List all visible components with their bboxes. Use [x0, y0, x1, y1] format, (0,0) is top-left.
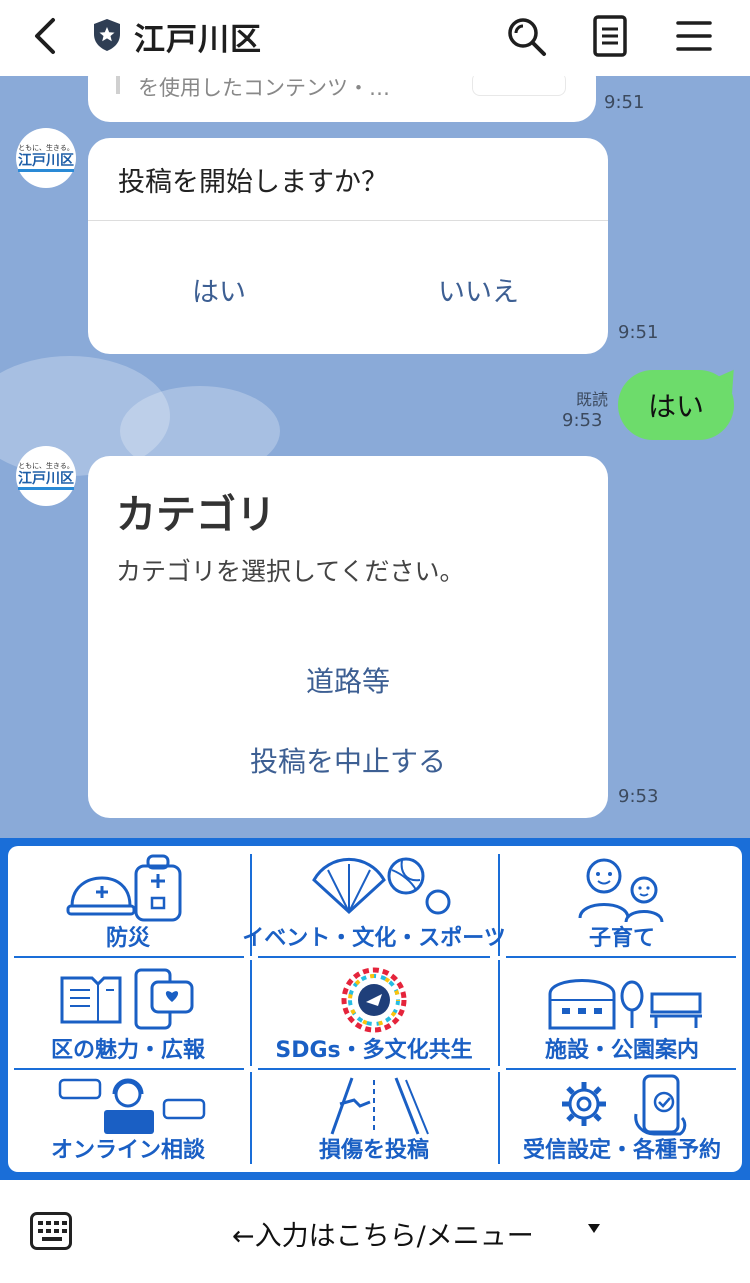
- quote-bar: [116, 76, 120, 94]
- official-shield-icon: [94, 19, 120, 51]
- confirm-bubble: 投稿を開始しますか？ はい いいえ: [88, 138, 608, 354]
- confirm-question: 投稿を開始しますか？: [118, 167, 388, 198]
- back-arrow-icon: [35, 18, 55, 54]
- yes-button[interactable]: はい: [192, 270, 246, 309]
- message-time: 9:53: [562, 410, 603, 431]
- message-time: 9:53: [618, 786, 659, 807]
- no-button[interactable]: いいえ: [438, 270, 519, 309]
- divider: [506, 1068, 736, 1070]
- divider: [258, 956, 490, 958]
- divider: [258, 1068, 490, 1070]
- menu-report-damage[interactable]: 損傷を投稿: [256, 1072, 492, 1168]
- back-button[interactable]: [26, 14, 66, 58]
- divider: [250, 960, 252, 1066]
- message-time: 9:51: [604, 92, 645, 113]
- card-subtitle: カテゴリを選択してください。: [116, 557, 465, 586]
- hamburger-icon: [676, 21, 712, 51]
- notes-button[interactable]: [586, 12, 634, 60]
- search-button[interactable]: [502, 12, 550, 60]
- sdgs-wheel-icon: [341, 967, 407, 1033]
- menu-settings-reservation[interactable]: 受信設定・各種予約: [504, 1072, 740, 1168]
- avatar[interactable]: ともに、生きる。 江戸川区: [16, 446, 76, 506]
- menu-toggle-label[interactable]: ←入力はこちら/メニュー: [232, 1214, 534, 1253]
- menu-events[interactable]: イベント・文化・スポーツ: [242, 848, 506, 956]
- menu-bousai[interactable]: 防災: [10, 848, 246, 956]
- avatar-tagline: ともに、生きる。: [18, 144, 74, 152]
- chat-title: 江戸川区: [134, 22, 262, 58]
- category-card: カテゴリ カテゴリを選択してください。 道路等 投稿を中止する: [88, 456, 608, 818]
- avatar-tagline: ともに、生きる。: [18, 462, 74, 470]
- caret-down-icon[interactable]: [588, 1224, 600, 1233]
- menu-kosodate[interactable]: 子育て: [504, 848, 740, 956]
- avatar-logo-text: 江戸川区: [18, 153, 74, 172]
- read-receipt: 既読: [575, 390, 608, 409]
- cancel-post-option[interactable]: 投稿を中止する: [88, 740, 608, 780]
- category-option-road[interactable]: 道路等: [88, 660, 608, 700]
- menu-online-consult[interactable]: オンライン相談: [10, 1072, 246, 1168]
- chat-area[interactable]: を使用したコンテンツ・… 9:51 ともに、生きる。 江戸川区 投稿を開始します…: [0, 76, 750, 838]
- road-damage-icon: [330, 1077, 429, 1135]
- keyboard-button[interactable]: [30, 1212, 72, 1250]
- divider: [14, 956, 244, 958]
- menu-sdgs[interactable]: SDGs・多文化共生: [256, 960, 492, 1068]
- avatar-logo-text: 江戸川区: [18, 471, 74, 490]
- fan-ball-icon: [312, 857, 451, 915]
- family-icon: [578, 858, 664, 923]
- notes-icon: [593, 15, 627, 57]
- operator-icon: [58, 1078, 206, 1134]
- rich-menu: 防災 イベント・文化・スポーツ 子育て 区の魅力・広報 SDGs・多文化共生 施…: [0, 838, 750, 1180]
- previous-message-text: を使用したコンテンツ・…: [138, 76, 390, 100]
- message-time: 9:51: [618, 322, 659, 343]
- search-icon: [508, 18, 546, 56]
- book-phone-icon: [60, 968, 194, 1030]
- facility-park-icon: [548, 979, 702, 1030]
- divider: [88, 220, 608, 221]
- helmet-bag-icon: [66, 854, 182, 922]
- preview-thumbnail: [472, 76, 566, 96]
- user-message-bubble[interactable]: はい: [618, 370, 734, 440]
- divider: [498, 960, 500, 1066]
- avatar[interactable]: ともに、生きる。 江戸川区: [16, 128, 76, 188]
- menu-facilities[interactable]: 施設・公園案内: [504, 960, 740, 1068]
- gear-phone-icon: [562, 1074, 687, 1136]
- menu-button[interactable]: [670, 12, 718, 60]
- chat-header: 江戸川区: [0, 0, 750, 76]
- menu-pr[interactable]: 区の魅力・広報: [10, 960, 246, 1068]
- divider: [498, 1072, 500, 1164]
- card-title: カテゴリ: [116, 492, 276, 538]
- previous-message-bubble[interactable]: を使用したコンテンツ・…: [88, 76, 596, 122]
- divider: [250, 1072, 252, 1164]
- rich-menu-panel: 防災 イベント・文化・スポーツ 子育て 区の魅力・広報 SDGs・多文化共生 施…: [8, 846, 742, 1172]
- divider: [14, 1068, 244, 1070]
- divider: [506, 956, 736, 958]
- bottom-bar: ←入力はこちら/メニュー: [0, 1180, 750, 1283]
